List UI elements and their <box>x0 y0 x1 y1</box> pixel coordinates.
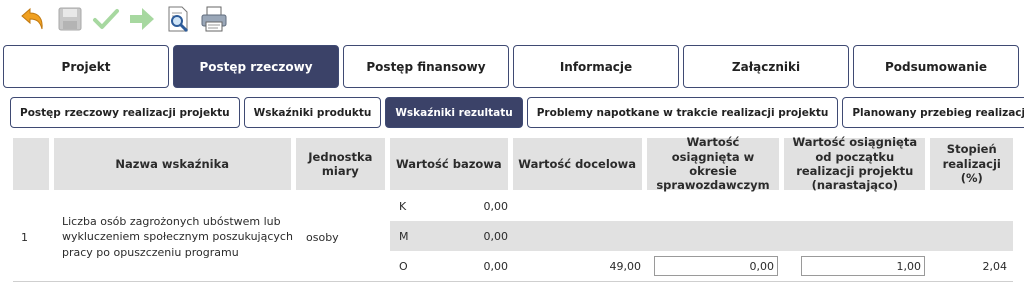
target-value: 49,00 <box>609 259 642 273</box>
validate-icon[interactable] <box>90 3 122 35</box>
cumulative-value-input[interactable] <box>801 256 925 276</box>
header-target-value: Wartość docelowa <box>512 138 642 190</box>
subrow-k: K 0,00 <box>390 191 1013 221</box>
subtab-wskazniki-produktu[interactable]: Wskaźniki produktu <box>243 97 382 128</box>
preview-icon[interactable] <box>162 3 194 35</box>
table-header: Nazwa wskaźnika Jednostka miary Wartość … <box>13 135 1014 192</box>
degree-value: 2,04 <box>982 259 1008 273</box>
header-unit: Jednostka miary <box>295 138 386 190</box>
tab-podsumowanie[interactable]: Podsumowanie <box>853 45 1019 88</box>
header-number <box>13 138 49 190</box>
toolbar <box>18 3 230 35</box>
row-number: 1 <box>21 231 28 244</box>
undo-icon[interactable] <box>18 3 50 35</box>
header-name: Nazwa wskaźnika <box>53 138 291 190</box>
indicator-name: Liczba osób zagrożonych ubóstwem lub wyk… <box>62 215 293 259</box>
header-degree: Stopień realizacji (%) <box>930 138 1014 190</box>
sub-tabs: Postęp rzeczowy realizacji projektu Wska… <box>10 97 1024 128</box>
subtab-postep-rzeczowy-realizacji[interactable]: Postęp rzeczowy realizacji projektu <box>10 97 240 128</box>
tab-postep-rzeczowy[interactable]: Postęp rzeczowy <box>173 45 339 88</box>
header-base-value: Wartość bazowa <box>390 138 508 190</box>
divider <box>13 281 1013 282</box>
print-icon[interactable] <box>198 3 230 35</box>
tab-zalaczniki[interactable]: Załączniki <box>683 45 849 88</box>
header-cumulative-value: Wartość osiągnięta od początku realizacj… <box>784 135 926 192</box>
save-icon[interactable] <box>54 3 86 35</box>
subrow-m: M 0,00 <box>390 221 1013 251</box>
next-icon[interactable] <box>126 3 158 35</box>
indicator-unit: osoby <box>306 231 339 244</box>
base-value: 0,00 <box>483 259 509 273</box>
subrow-o: O 0,00 49,00 2,04 <box>390 251 1013 281</box>
period-value-input[interactable] <box>654 256 778 276</box>
subtab-problemy[interactable]: Problemy napotkane w trakcie realizacji … <box>526 97 839 128</box>
subtab-planowany-przebieg[interactable]: Planowany przebieg realizacji <box>842 97 1024 128</box>
subtab-wskazniki-rezultatu[interactable]: Wskaźniki rezultatu <box>385 97 523 128</box>
base-value: 0,00 <box>483 199 509 213</box>
header-period-value: Wartość osiągnięta w okresie sprawozdawc… <box>646 135 780 192</box>
tab-postep-finansowy[interactable]: Postęp finansowy <box>343 45 509 88</box>
indicators-table: Nazwa wskaźnika Jednostka miary Wartość … <box>13 135 1014 281</box>
main-tabs: Projekt Postęp rzeczowy Postęp finansowy… <box>3 45 1023 88</box>
tab-projekt[interactable]: Projekt <box>3 45 169 88</box>
base-value: 0,00 <box>483 229 509 243</box>
tab-informacje[interactable]: Informacje <box>513 45 679 88</box>
